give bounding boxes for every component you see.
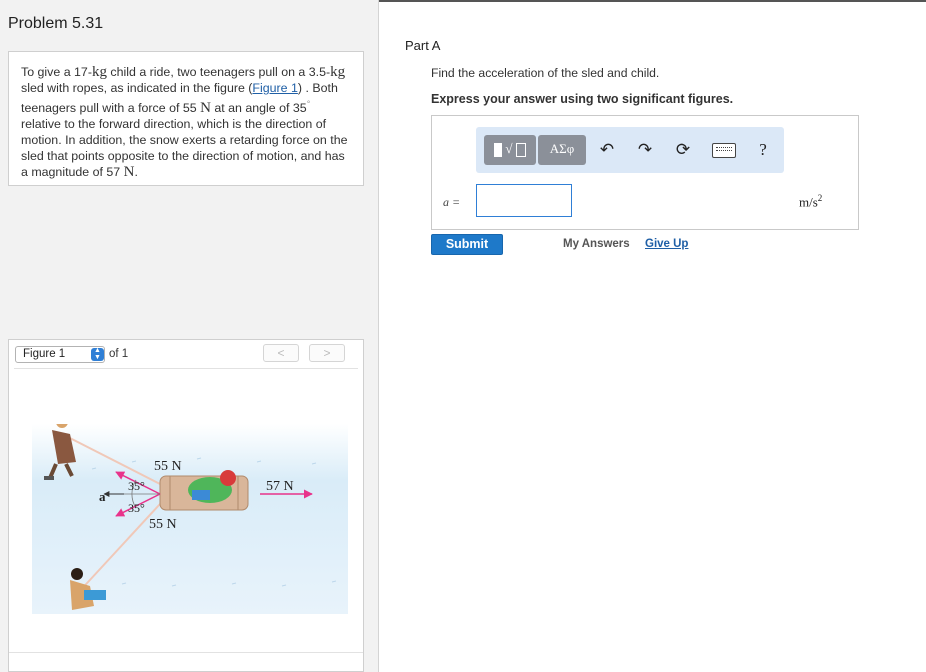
prev-figure-button[interactable]: < [263,344,299,362]
select-arrows-icon: ▲ ▼ [91,347,104,361]
keyboard-icon[interactable] [712,143,736,158]
figure-footer-divider [9,652,363,653]
part-title: Part A [405,38,441,53]
problem-title: Problem 5.31 [8,15,104,32]
figure-link[interactable]: Figure 1 [252,81,297,95]
templates-button[interactable]: √ [484,135,536,165]
submit-button[interactable]: Submit [431,234,503,255]
answer-units: m/s2 [799,193,823,210]
problem-statement: To give a 17-kg child a ride, two teenag… [8,51,364,186]
templates-icon [493,142,502,157]
math-toolbar: √ ΑΣφ ↶ ↷ ⟳ ? [476,127,784,173]
answer-instruction: Express your answer using two significan… [431,92,734,106]
answer-variable: a = [443,195,461,209]
help-icon[interactable]: ? [752,139,774,161]
figure-header-divider [14,368,358,369]
question-text: Find the acceleration of the sled and ch… [431,66,660,80]
force-label-top: 55 N [154,459,182,474]
greek-symbols-button[interactable]: ΑΣφ [538,135,586,165]
undo-icon[interactable]: ↶ [596,139,618,161]
sled-with-child [159,470,249,511]
next-figure-button[interactable]: > [309,344,345,362]
answer-container: √ ΑΣφ ↶ ↷ ⟳ ? a = m/s2 [431,115,859,230]
redo-icon[interactable]: ↷ [634,139,656,161]
reset-icon[interactable]: ⟳ [672,139,694,161]
answer-input[interactable] [476,184,572,217]
figure-selector[interactable]: Figure 1 ▲ ▼ [15,346,105,363]
pane-divider[interactable] [378,0,379,672]
angle-label-top: 35° [128,479,145,493]
acceleration-label: a [99,489,106,504]
figure-count: of 1 [109,348,129,360]
box-icon [516,142,527,157]
force-label-bottom: 55 N [149,517,177,532]
retard-force-label: 57 N [266,479,294,494]
figure-panel: Figure 1 ▲ ▼ of 1 < > 55 N 55 N 35° 35° … [8,339,364,672]
angle-label-bottom: 35° [128,501,145,515]
top-border [379,0,926,2]
my-answers-label: My Answers [563,238,630,250]
figure-header: Figure 1 ▲ ▼ of 1 < > [9,340,363,370]
give-up-link[interactable]: Give Up [645,238,688,250]
sled-figure: 55 N 55 N 35° 35° 57 N a [32,424,348,614]
